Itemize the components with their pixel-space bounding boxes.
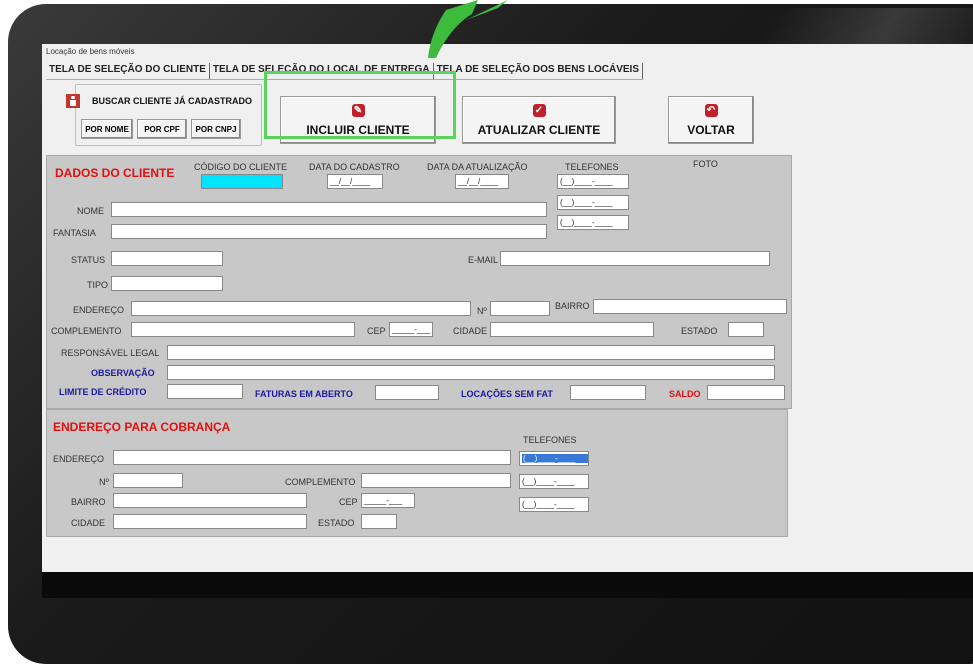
person-icon [66,94,80,108]
billing-complement-field[interactable] [361,473,511,488]
billing-address-label: ENDEREÇO [53,454,105,464]
district-field[interactable] [593,299,787,314]
highlight-box [264,71,456,139]
state-label: ESTADO [681,326,718,336]
status-field[interactable] [111,251,223,266]
window-title: Locação de bens móveis [46,47,135,56]
type-field[interactable] [111,276,223,291]
open-invoices-label: FATURAS EM ABERTO [255,389,353,399]
tab-client-selection[interactable]: TELA DE SELEÇÃO DO CLIENTE [46,63,210,79]
billing-district-field[interactable] [113,493,307,508]
cep-field[interactable]: _____-___ [389,322,433,337]
screen-glare [756,8,973,48]
billing-state-label: ESTADO [318,518,355,528]
check-icon: ✓ [532,103,546,117]
update-client-button[interactable]: ✓ ATUALIZAR CLIENTE [462,96,616,144]
open-invoices-field[interactable] [375,385,439,400]
reg-date-field[interactable]: __/__/____ [327,174,383,189]
billing-city-label: CIDADE [71,518,106,528]
search-client-label: BUSCAR CLIENTE JÁ CADASTRADO [92,96,253,106]
name-label: NOME [77,206,104,216]
phones-label: TELEFONES [565,162,619,172]
state-field[interactable] [728,322,764,337]
screen-bezel-bottom [42,572,973,598]
search-by-name-button[interactable]: POR NOME [81,119,133,139]
billing-phones-label: TELEFONES [523,435,577,445]
billing-phone-field-3[interactable]: (__)____-____ [519,497,589,512]
district-label: BAIRRO [555,301,590,311]
back-label: VOLTAR [687,122,735,137]
phone-field-1[interactable]: (__)____-____ [557,174,629,189]
cep-label: CEP [367,326,386,336]
type-label: TIPO [87,280,109,290]
tab-rentable-goods[interactable]: TELA DE SELEÇÃO DOS BENS LOCÁVEIS [434,63,643,79]
update-client-label: ATUALIZAR CLIENTE [477,122,601,137]
balance-field[interactable] [707,385,785,400]
number-label: Nº [477,306,487,316]
legal-resp-label: RESPONSÁVEL LEGAL [61,348,160,358]
code-label: CÓDIGO DO CLIENTE [194,162,288,172]
billing-complement-label: COMPLEMENTO [285,477,356,487]
address-field[interactable] [131,301,471,316]
client-data-panel: DADOS DO CLIENTE CÓDIGO DO CLIENTE DATA … [46,155,792,409]
client-section-title: DADOS DO CLIENTE [55,166,175,180]
back-arrow-icon: ↶ [704,103,718,117]
billing-phone-field-1[interactable]: (__)____-____ [519,451,589,466]
observation-label: OBSERVAÇÃO [91,368,155,378]
billing-number-field[interactable] [113,473,183,488]
billing-phone-field-2[interactable]: (__)____-____ [519,474,589,489]
billing-address-panel: ENDEREÇO PARA COBRANÇA TELEFONES ENDEREÇ… [46,409,788,537]
app-window: Locação de bens móveis TELA DE SELEÇÃO D… [42,44,973,598]
reg-date-label: DATA DO CADASTRO [309,162,400,172]
phone-field-2[interactable]: (__)____-____ [557,195,629,210]
billing-district-label: BAIRRO [71,497,106,507]
rentals-no-invoice-label: LOCAÇÕES SEM FAT [461,389,553,399]
billing-cep-label: CEP [339,497,358,507]
credit-limit-field[interactable] [167,384,243,399]
email-field[interactable] [500,251,770,266]
billing-cep-field[interactable]: _____-___ [361,493,415,508]
complement-field[interactable] [131,322,355,337]
billing-phone-1-text: (__)____-____ [522,454,588,463]
city-label: CIDADE [453,326,488,336]
number-field[interactable] [490,301,550,316]
complement-label: COMPLEMENTO [51,326,122,336]
name-field[interactable] [111,202,547,217]
search-by-cnpj-button[interactable]: POR CNPJ [191,119,241,139]
balance-label: SALDO [669,389,701,399]
legal-resp-field[interactable] [167,345,775,360]
phone-field-3[interactable]: (__)____-____ [557,215,629,230]
green-arrow-icon [428,0,508,58]
status-label: STATUS [71,255,106,265]
rentals-no-invoice-field[interactable] [570,385,646,400]
upd-date-field[interactable]: __/__/____ [455,174,509,189]
city-field[interactable] [490,322,654,337]
billing-number-label: Nº [99,477,109,487]
fantasy-label: FANTASIA [53,228,96,238]
billing-section-title: ENDEREÇO PARA COBRANÇA [53,420,231,434]
email-label: E-MAIL [468,255,499,265]
client-code-field[interactable] [201,174,283,189]
billing-address-field[interactable] [113,450,511,465]
photo-label: FOTO [693,159,718,169]
upd-date-label: DATA DA ATUALIZAÇÃO [427,162,528,172]
fantasy-field[interactable] [111,224,547,239]
address-label: ENDEREÇO [73,305,125,315]
search-by-cpf-button[interactable]: POR CPF [137,119,187,139]
billing-city-field[interactable] [113,514,307,529]
observation-field[interactable] [167,365,775,380]
back-button[interactable]: ↶ VOLTAR [668,96,754,144]
billing-state-field[interactable] [361,514,397,529]
credit-limit-label: LIMITE DE CRÉDITO [59,387,147,397]
search-client-group: BUSCAR CLIENTE JÁ CADASTRADO POR NOME PO… [66,84,262,146]
